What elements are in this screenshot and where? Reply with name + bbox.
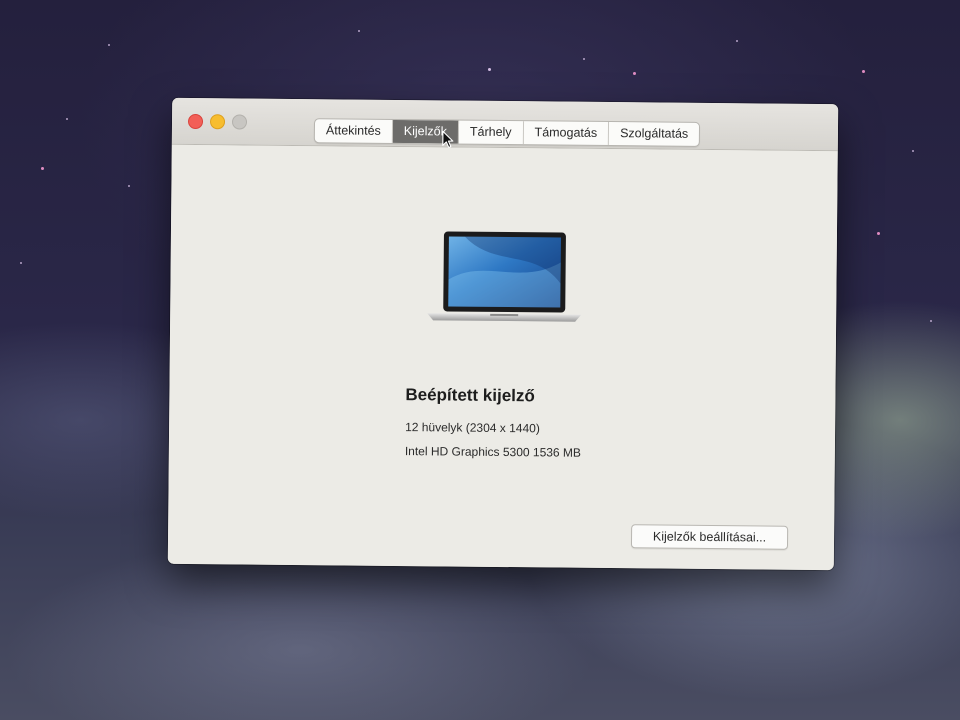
laptop-icon (427, 231, 582, 322)
tab-storage[interactable]: Tárhely (458, 120, 524, 145)
star (862, 70, 865, 73)
display-name: Beépített kijelző (405, 385, 535, 406)
zoom-button[interactable] (231, 114, 248, 130)
tab-bar: Áttekintés Kijelzők Tárhely Támogatás Sz… (313, 118, 701, 147)
star (66, 118, 68, 120)
tab-service[interactable]: Szolgáltatás (609, 122, 699, 146)
star (736, 40, 738, 42)
star (877, 232, 880, 235)
star (583, 58, 585, 60)
minimize-button[interactable] (209, 114, 226, 130)
star (912, 150, 914, 152)
star (41, 167, 44, 170)
displays-panel: Beépített kijelző 12 hüvelyk (2304 x 144… (167, 144, 838, 571)
tab-overview[interactable]: Áttekintés (314, 119, 393, 143)
mouse-cursor-icon (442, 130, 454, 149)
title-bar: Áttekintés Kijelzők Tárhely Támogatás Sz… (171, 97, 839, 152)
display-size-resolution: 12 hüvelyk (2304 x 1440) (405, 420, 540, 436)
star (358, 30, 360, 32)
star (930, 320, 932, 322)
star (633, 72, 636, 75)
display-settings-button[interactable]: Kijelzők beállításai... (630, 524, 789, 550)
tab-support[interactable]: Támogatás (523, 121, 610, 146)
star (128, 185, 130, 187)
star (20, 262, 22, 264)
close-button[interactable] (187, 113, 204, 130)
about-this-mac-window: Áttekintés Kijelzők Tárhely Támogatás Sz… (167, 97, 839, 571)
graphics-info: Intel HD Graphics 5300 1536 MB (404, 444, 582, 460)
star (108, 44, 110, 46)
star (488, 68, 491, 71)
